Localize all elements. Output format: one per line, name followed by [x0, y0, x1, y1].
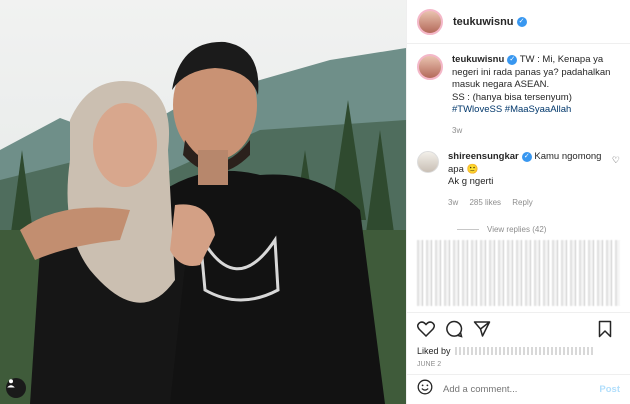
comment-like-heart-icon[interactable]: ♡ [612, 155, 620, 166]
add-comment-input[interactable] [443, 384, 600, 395]
instagram-post-window: teukuwisnu ✓ teukuwisnu ✓ TW : Mi, Kenapa… [0, 0, 630, 404]
caption-line2: SS : (hanya bisa tersenyum) [452, 91, 572, 103]
author-username[interactable]: teukuwisnu [453, 16, 514, 28]
post-photo[interactable] [0, 0, 406, 404]
blurred-comments [417, 240, 620, 306]
hashtag-link[interactable]: #MaaSyaaAllah [505, 104, 572, 115]
replies-divider [457, 229, 479, 230]
verified-badge-icon: ✓ [516, 16, 527, 27]
add-comment-bar: Post [407, 374, 630, 404]
post-sidebar: teukuwisnu ✓ teukuwisnu ✓ TW : Mi, Kenapa… [406, 0, 630, 404]
caption-username[interactable]: teukuwisnu [452, 54, 504, 65]
caption: teukuwisnu ✓ TW : Mi, Kenapa ya negeri in… [417, 54, 620, 137]
like-heart-icon[interactable] [415, 318, 437, 340]
verified-badge-icon: ✓ [507, 55, 518, 65]
blurred-liker-names [454, 347, 595, 355]
comment-line2: Ak g ngerti [448, 176, 494, 187]
comments-section: teukuwisnu ✓ TW : Mi, Kenapa ya negeri in… [407, 44, 630, 312]
verified-badge-icon: ✓ [521, 152, 532, 162]
caption-avatar[interactable] [417, 54, 443, 80]
post-comment-button[interactable]: Post [599, 384, 620, 395]
comment-time[interactable]: 3w [448, 198, 458, 207]
post-date[interactable]: JUNE 2 [407, 358, 630, 374]
view-replies-button[interactable]: View replies (42) [457, 225, 620, 234]
post-header: teukuwisnu ✓ [407, 0, 630, 44]
caption-text: teukuwisnu ✓ TW : Mi, Kenapa ya negeri in… [452, 54, 620, 137]
liked-by-label: Liked by [417, 346, 451, 356]
liked-by: Liked by [407, 344, 630, 358]
post-photo-image [0, 0, 406, 404]
share-paper-plane-icon[interactable] [471, 318, 493, 340]
comment-bubble-icon[interactable] [443, 318, 465, 340]
author-avatar[interactable] [417, 8, 443, 35]
emoji-smiley-icon[interactable] [417, 379, 433, 400]
commenter-username[interactable]: shireensungkar [448, 151, 519, 162]
comment-likes[interactable]: 285 likes [469, 198, 501, 207]
view-replies-label: View replies (42) [487, 225, 547, 234]
comment-item: shireensungkar ✓ Kamu ngomong apa 🙂 Ak g … [417, 151, 620, 209]
commenter-avatar[interactable] [417, 151, 439, 173]
comment-emoji: 🙂 [466, 163, 479, 175]
user-tag-icon[interactable] [6, 378, 26, 398]
action-bar [407, 312, 630, 344]
reply-button[interactable]: Reply [512, 198, 532, 207]
caption-timestamp[interactable]: 3w [452, 125, 620, 138]
comment-meta: 3w 285 likes Reply [448, 197, 608, 210]
hashtag-link[interactable]: #TWloveSS [452, 104, 502, 115]
comment-text: shireensungkar ✓ Kamu ngomong apa 🙂 Ak g … [448, 151, 608, 209]
save-bookmark-icon[interactable] [594, 318, 616, 340]
